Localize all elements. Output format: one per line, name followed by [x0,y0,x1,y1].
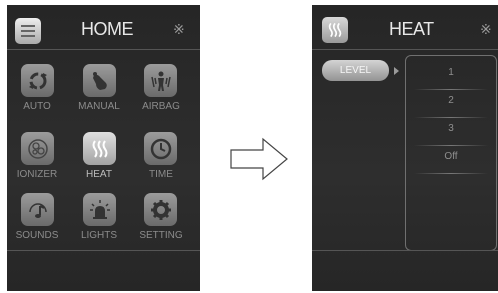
footer-divider [7,250,200,251]
header-divider [312,49,498,50]
heat-tile[interactable] [83,132,116,165]
bluetooth-icon: ※ [173,21,185,37]
auto-tile[interactable] [21,64,54,97]
hand-pointer-icon [92,71,107,90]
home-title: HOME [81,19,134,39]
airbag-body-icon [150,71,171,91]
home-header: HOME ※ [7,5,200,49]
heat-header: HEAT ※ [312,5,498,49]
heat-screen: HEAT ※ LEVEL 1 2 3 Off [312,5,498,291]
arrow-right-icon [230,137,288,181]
gear-icon [150,199,171,220]
auto-cycle-icon [28,72,47,89]
auto-label: AUTO [23,101,51,112]
music-note-icon [28,202,47,218]
manual-tile[interactable] [83,64,116,97]
level-option-2[interactable]: 2 [406,95,496,106]
header-divider [7,49,200,50]
option-divider [414,117,488,118]
airbag-label: AIRBAG [142,101,180,112]
sounds-label: SOUNDS [15,230,59,241]
caret-right-icon [394,67,399,75]
footer-divider [312,250,498,251]
time-tile[interactable] [144,132,177,165]
bluetooth-icon: ※ [480,21,492,37]
ionizer-tile[interactable] [21,132,54,165]
heat-waves-icon [92,139,107,158]
setting-tile[interactable] [144,193,177,226]
time-label: TIME [149,169,173,180]
heat-waves-icon [328,22,342,38]
setting-label: SETTING [139,230,183,241]
heat-title: HEAT [389,19,434,39]
home-screen: HOME ※ AUTO MANUAL AIRBAG IONIZER HEAT T… [7,5,200,291]
heat-header-tile[interactable] [322,17,348,43]
menu-list-icon[interactable] [15,18,41,44]
ionizer-icon [27,138,48,159]
level-option-off[interactable]: Off [406,151,496,162]
option-divider [414,145,488,146]
manual-label: MANUAL [78,101,120,112]
lights-label: LIGHTS [80,230,118,241]
level-options-list: 1 2 3 Off [405,55,497,251]
level-option-1[interactable]: 1 [406,67,496,78]
level-option-3[interactable]: 3 [406,123,496,134]
lights-tile[interactable] [83,193,116,226]
level-button[interactable]: LEVEL [322,60,389,81]
sounds-tile[interactable] [21,193,54,226]
lamp-icon [89,199,110,219]
airbag-tile[interactable] [144,64,177,97]
heat-label: HEAT [86,169,112,180]
ionizer-label: IONIZER [16,169,58,180]
option-divider [414,173,488,174]
clock-icon [150,138,171,159]
option-divider [414,89,488,90]
